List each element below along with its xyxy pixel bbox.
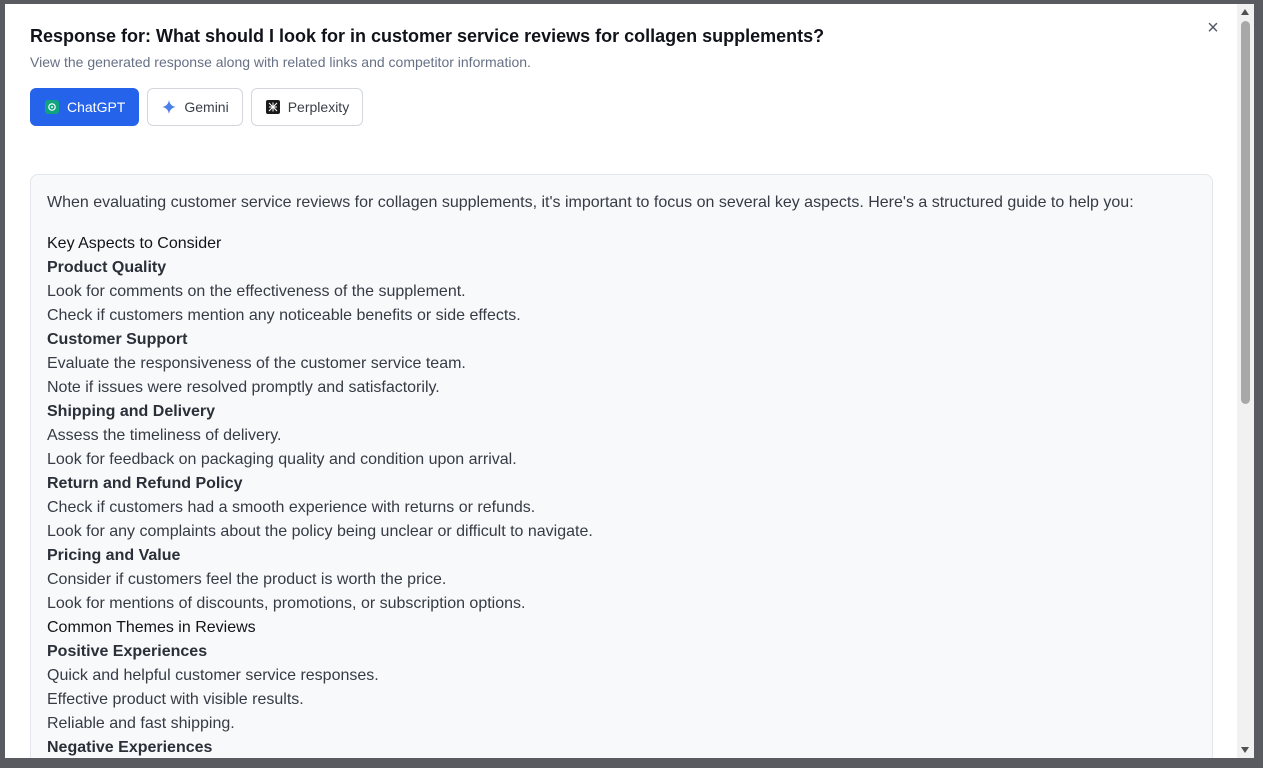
- response-line: Reliable and fast shipping.: [47, 715, 235, 732]
- close-icon[interactable]: ×: [1203, 18, 1223, 38]
- response-line: Look for any complaints about the policy…: [47, 523, 593, 540]
- tab-label: Gemini: [184, 99, 229, 115]
- model-tabs: ChatGPT Gemini Perplexity: [30, 88, 364, 126]
- dialog-title: Response for: What should I look for in …: [30, 26, 825, 46]
- response-line: Look for mentions of discounts, promotio…: [47, 595, 526, 612]
- response-content: When evaluating customer service reviews…: [30, 174, 1213, 758]
- section-heading: Product Quality: [47, 259, 167, 276]
- section-heading: Customer Support: [47, 331, 188, 348]
- scroll-up-arrow-icon[interactable]: [1241, 9, 1249, 15]
- vertical-scrollbar[interactable]: [1237, 4, 1254, 758]
- section-heading: Shipping and Delivery: [47, 403, 216, 420]
- section-heading: Pricing and Value: [47, 547, 181, 564]
- tab-label: ChatGPT: [67, 99, 126, 115]
- response-line: Consider if customers feel the product i…: [47, 571, 447, 588]
- gemini-sparkle-icon: [162, 100, 177, 114]
- tab-perplexity[interactable]: Perplexity: [250, 88, 364, 126]
- response-dialog: × Response for: What should I look for i…: [5, 4, 1237, 758]
- group-heading: Common Themes in Reviews: [47, 619, 256, 636]
- response-line: Note if issues were resolved promptly an…: [47, 379, 440, 396]
- chatgpt-icon: [45, 100, 59, 114]
- scroll-down-arrow-icon[interactable]: [1241, 747, 1249, 753]
- response-line: Evaluate the responsiveness of the custo…: [47, 355, 466, 372]
- response-lines: Key Aspects to Consider Product Quality Lo…: [47, 232, 1196, 758]
- response-line: Check if customers had a smooth experien…: [47, 499, 536, 516]
- perplexity-icon: [265, 100, 280, 114]
- tab-chatgpt[interactable]: ChatGPT: [30, 88, 140, 126]
- response-line: Quick and helpful customer service respo…: [47, 667, 379, 684]
- response-line: Look for feedback on packaging quality a…: [47, 451, 517, 468]
- tab-label: Perplexity: [287, 99, 350, 115]
- response-line: Assess the timeliness of delivery.: [47, 427, 282, 444]
- scrollbar-thumb[interactable]: [1241, 21, 1250, 404]
- response-line: Look for comments on the effectiveness o…: [47, 283, 466, 300]
- section-heading: Return and Refund Policy: [47, 475, 243, 492]
- section-heading: Negative Experiences: [47, 739, 213, 756]
- response-intro: When evaluating customer service reviews…: [47, 194, 1134, 211]
- response-line: Check if customers mention any noticeabl…: [47, 307, 521, 324]
- dialog-subtitle: View the generated response along with r…: [30, 54, 531, 70]
- group-heading: Key Aspects to Consider: [47, 235, 222, 252]
- tab-gemini[interactable]: Gemini: [147, 88, 243, 126]
- section-heading: Positive Experiences: [47, 643, 208, 660]
- response-line: Effective product with visible results.: [47, 691, 304, 708]
